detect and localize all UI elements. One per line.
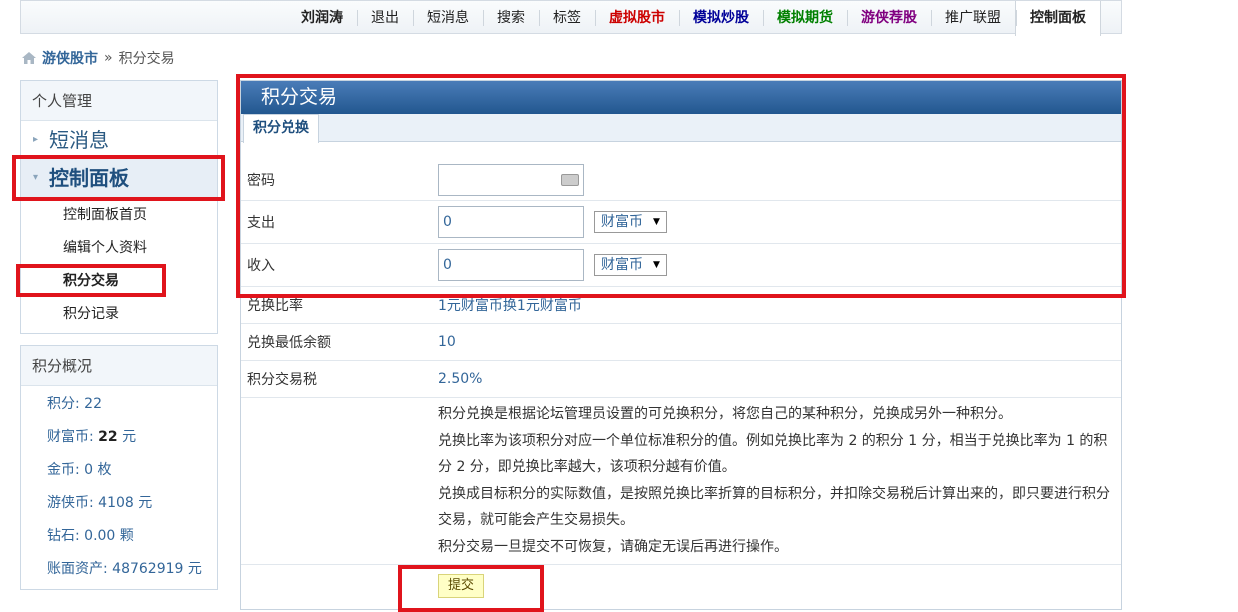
- overview-unit: 元: [183, 561, 202, 577]
- top-nav-link[interactable]: 模拟期货: [763, 1, 847, 35]
- top-nav-link[interactable]: 退出: [357, 1, 413, 35]
- tax-label: 积分交易税: [247, 372, 317, 388]
- overview-value: 4108: [98, 495, 134, 511]
- overview-line: 游侠币: 4108 元: [21, 487, 217, 520]
- overview-unit: 元: [117, 429, 137, 445]
- top-nav-link[interactable]: 虚拟股市: [595, 1, 679, 35]
- top-navigation-bar: 刘润涛 退出 短消息 搜索 标签 虚拟股市 模拟炒股 模拟期货 游侠荐股 推广联盟 控制面板: [20, 0, 1122, 36]
- overview-label: 财富币:: [47, 429, 99, 445]
- overview-label: 游侠币:: [47, 495, 99, 511]
- personal-management-header: 个人管理: [21, 81, 217, 121]
- top-nav-link[interactable]: 推广联盟: [931, 1, 1015, 35]
- breadcrumb-site-link[interactable]: 游侠股市: [42, 48, 98, 68]
- chevron-right-icon: ▸: [33, 133, 39, 145]
- overview-line: 财富币: 22 元: [21, 421, 217, 454]
- highlight-box-control-panel: [12, 155, 225, 201]
- ratio-label: 兑换比率: [247, 298, 303, 314]
- top-nav-link[interactable]: 搜索: [483, 1, 539, 35]
- overview-unit: 枚: [93, 462, 112, 478]
- points-overview-header: 积分概况: [21, 346, 217, 386]
- breadcrumb-current: 积分交易: [118, 51, 175, 67]
- overview-value: 0: [84, 462, 94, 478]
- description-line: 积分交易一旦提交不可恢复，请确定无误后再进行操作。: [438, 538, 788, 555]
- overview-label: 金币:: [47, 462, 85, 478]
- overview-value: 48762919: [112, 561, 184, 577]
- description-line: 积分兑换是根据论坛管理员设置的可兑换积分，将您自己的某种积分，兑换成另外一种积分…: [438, 406, 1012, 422]
- overview-line: 金币: 0 枚: [21, 454, 217, 487]
- sidebar-sub-points-log[interactable]: 积分记录: [21, 298, 217, 331]
- min-balance-row: 兑换最低余额 10: [241, 324, 1121, 361]
- ratio-value: 1元财富币换1元财富币: [438, 298, 582, 314]
- top-nav-link[interactable]: 控制面板: [1015, 1, 1101, 36]
- overview-line: 钻石: 0.00 颗: [21, 520, 217, 553]
- overview-line: 积分: 22: [21, 388, 217, 421]
- tax-value: 2.50%: [438, 371, 483, 387]
- min-balance-value: 10: [438, 334, 456, 350]
- overview-label: 积分:: [47, 396, 85, 412]
- highlight-box-points-trade: [16, 264, 166, 297]
- top-nav-link[interactable]: 游侠荐股: [847, 1, 931, 35]
- top-nav-links: 刘润涛 退出 短消息 搜索 标签 虚拟股市 模拟炒股 模拟期货 游侠荐股 推广联盟 控制面板: [287, 1, 1101, 36]
- overview-label: 钻石:: [47, 528, 85, 544]
- top-nav-link[interactable]: 短消息: [413, 1, 483, 35]
- home-icon[interactable]: [22, 52, 36, 64]
- points-overview-box: 积分概况 积分: 22 财富币: 22 元金币: 0 枚游侠币: 4108 元钻石…: [20, 345, 218, 590]
- overview-value: 0.00: [84, 528, 116, 544]
- overview-line: 账面资产: 48762919 元: [21, 553, 217, 586]
- overview-value: 22: [84, 396, 102, 412]
- overview-unit: 元: [133, 495, 153, 511]
- highlight-box-submit: [398, 565, 544, 612]
- sidebar-item-messages[interactable]: ▸ 短消息: [21, 121, 217, 159]
- exchange-description: 积分兑换是根据论坛管理员设置的可兑换积分，将您自己的某种积分，兑换成另外一种积分…: [438, 401, 1118, 560]
- description-line: 兑换成目标积分的实际数值，是按照兑换比率折算的目标积分，并扣除交易税后计算出来的…: [438, 485, 1110, 529]
- top-nav-link[interactable]: 刘润涛: [287, 1, 357, 35]
- top-nav-link[interactable]: 模拟炒股: [679, 1, 763, 35]
- tax-row: 积分交易税 2.50%: [241, 361, 1121, 398]
- sidebar-sub-edit-profile[interactable]: 编辑个人资料: [21, 232, 217, 265]
- breadcrumb: 游侠股市 » 积分交易: [22, 48, 175, 68]
- overview-value: 22: [98, 429, 118, 445]
- breadcrumb-separator: »: [104, 50, 113, 66]
- sidebar-sub-panel-home[interactable]: 控制面板首页: [21, 199, 217, 232]
- min-balance-label: 兑换最低余额: [247, 335, 331, 351]
- overview-unit: 颗: [115, 528, 134, 544]
- points-overview-list: 积分: 22 财富币: 22 元金币: 0 枚游侠币: 4108 元钻石: 0.0…: [21, 386, 217, 586]
- overview-label: 账面资产:: [47, 561, 113, 577]
- sidebar-item-label: 短消息: [49, 127, 109, 152]
- top-nav-link[interactable]: 标签: [539, 1, 595, 35]
- highlight-box-form: [236, 74, 1126, 298]
- description-line: 兑换比率为该项积分对应一个单位标准积分的值。例如兑换比率为 2 的积分 1 分，…: [438, 432, 1108, 476]
